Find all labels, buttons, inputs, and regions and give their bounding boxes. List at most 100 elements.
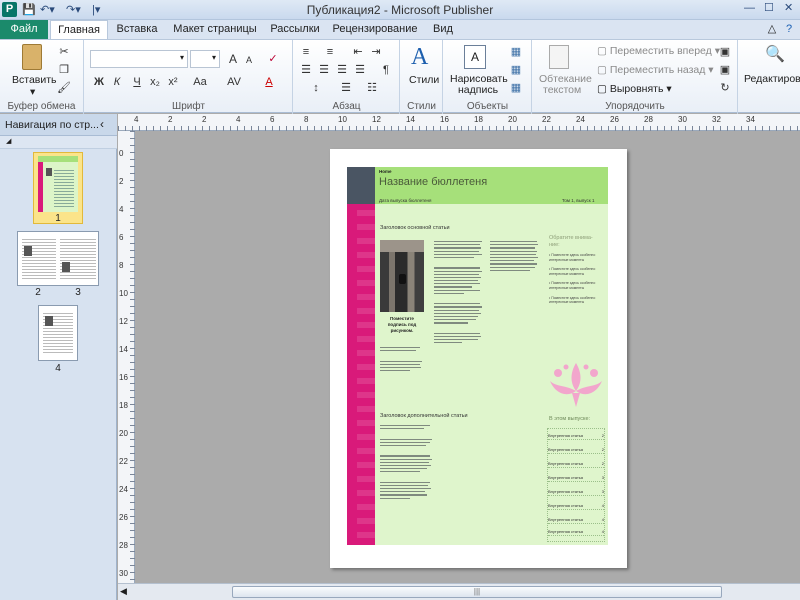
collapse-pane-icon[interactable]: ‹ [100, 117, 104, 131]
decrease-indent-icon[interactable]: ⇤ [350, 44, 366, 60]
group-icon[interactable]: ▣ [717, 44, 733, 60]
help-icon[interactable]: ? [782, 20, 796, 39]
draw-textbox-button-line2[interactable]: надпись [458, 84, 498, 96]
send-backward-button[interactable]: ▢ Переместить назад ▾ [597, 64, 714, 76]
wrap-text-icon[interactable] [549, 45, 569, 69]
toc-row[interactable]: Внутренняя статья 3 [548, 473, 604, 482]
cut-icon[interactable]: ✂ [56, 44, 72, 60]
publication-page[interactable]: Home Название бюллетеня Дата выпуска бюл… [330, 149, 627, 568]
wrap-text-button-line2[interactable]: текстом [543, 84, 581, 96]
scroll-left-icon[interactable]: ◀ [120, 586, 127, 597]
toc-row[interactable]: Внутренняя статья 4 [548, 501, 604, 510]
bring-forward-button[interactable]: ▢ Переместить вперед ▾ [597, 45, 720, 57]
secondary-article-heading[interactable]: Заголовок дополнительной статьи [380, 413, 468, 419]
paste-icon[interactable] [22, 44, 42, 70]
tab-page-design[interactable]: Макет страницы [168, 20, 262, 39]
align-left-icon[interactable]: ☰ [298, 62, 314, 78]
clear-format-icon[interactable]: ✓ [265, 51, 281, 67]
copy-icon[interactable]: ❐ [56, 62, 72, 78]
editing-button[interactable]: Редактирова [744, 73, 800, 85]
newsletter-title[interactable]: Название бюллетеня [379, 176, 487, 188]
columns-icon[interactable]: ☷ [364, 80, 380, 96]
main-article-photo[interactable] [380, 240, 424, 312]
tab-file[interactable]: Файл [0, 20, 48, 39]
table-icon[interactable]: ▦ [508, 62, 524, 78]
ruler-tick-label: 22 [119, 457, 128, 466]
home-label: Home [379, 169, 392, 174]
bullet-item: Поместите здесь особенно интересные моме… [549, 281, 596, 290]
toc-row[interactable]: Внутренняя статья 4 [548, 515, 604, 524]
minimize-button[interactable]: — [744, 1, 755, 15]
tab-view[interactable]: Вид [426, 20, 460, 39]
maximize-button[interactable]: ☐ [764, 1, 774, 15]
main-article-col3-text[interactable] [490, 239, 540, 273]
secondary-article-text[interactable] [380, 423, 434, 501]
toc-row[interactable]: Внутренняя статья 3 [548, 487, 604, 496]
main-article-heading[interactable]: Заголовок основной статьи [380, 225, 450, 231]
main-article-col1-text[interactable] [380, 345, 424, 373]
minimize-ribbon-icon[interactable]: △ [765, 20, 779, 39]
numbering-icon[interactable]: ≡ [322, 44, 338, 60]
paste-button[interactable]: Вставить [12, 74, 57, 86]
tab-home[interactable]: Главная [50, 20, 108, 40]
bold-button[interactable]: Ж [91, 74, 107, 90]
toc-table[interactable]: Внутренняя статья 2 Внутренняя статья 2 Вн… [547, 428, 605, 542]
font-color-icon[interactable]: A [261, 74, 277, 90]
close-button[interactable]: ✕ [784, 1, 793, 15]
show-marks-button[interactable]: ¶ [378, 62, 394, 78]
building-blocks-icon[interactable]: ▦ [508, 80, 524, 96]
page-thumbnail-1[interactable]: 1 [33, 152, 83, 224]
vertical-ruler[interactable]: 0 2 4 6 8 10 12 14 16 18 20 22 24 26 28 30 [118, 131, 135, 583]
main-article-col2-text[interactable] [434, 239, 484, 345]
tab-review[interactable]: Рецензирование [330, 20, 420, 39]
toc-heading[interactable]: В этом выпуске: [549, 416, 590, 422]
horizontal-scrollbar[interactable]: ◀ ||| [118, 583, 800, 600]
align-center-icon[interactable]: ☰ [316, 62, 332, 78]
paragraph-spacing-icon[interactable]: ☰ [338, 80, 354, 96]
volume-label[interactable]: Том 1, выпуск 1 [562, 198, 594, 203]
increase-indent-icon[interactable]: ⇥ [368, 44, 384, 60]
ruler-tick-label: 20 [508, 115, 517, 124]
toc-row[interactable]: Внутренняя статья 4 [548, 527, 604, 536]
line-spacing-icon[interactable]: ↕ [308, 80, 324, 96]
change-case-button[interactable]: Aa [189, 74, 211, 90]
issue-date[interactable]: Дата выпуска бюллетеня [379, 198, 431, 203]
format-painter-icon[interactable]: 🖌 [56, 80, 72, 96]
toc-row[interactable]: Внутренняя статья 2 [548, 445, 604, 454]
scroll-thumb[interactable]: ||| [232, 586, 722, 598]
font-size-combo[interactable]: ▾ [190, 50, 220, 68]
editing-group: 🔍 Редактирова [739, 40, 800, 114]
toc-row[interactable]: Внутренняя статья 2 [548, 431, 604, 440]
binoculars-icon[interactable]: 🔍 [765, 44, 785, 64]
superscript-button[interactable]: x² [165, 74, 181, 90]
tab-mailings[interactable]: Рассылки [266, 20, 324, 39]
styles-icon[interactable]: A [411, 44, 428, 71]
photo-caption[interactable]: Поместите подпись под рисунком. [380, 316, 424, 334]
horizontal-ruler[interactable]: 4 2 2 4 6 8 10 12 14 16 18 20 22 24 26 28 30 32 34 [118, 114, 800, 131]
page-thumbnail-4[interactable] [38, 305, 78, 361]
underline-button[interactable]: Ч [129, 74, 145, 90]
draw-textbox-icon[interactable]: A [464, 45, 486, 69]
grow-font-icon[interactable]: A [225, 51, 241, 67]
subscript-button[interactable]: x₂ [147, 74, 163, 90]
expand-section-icon[interactable]: ◢ [6, 137, 11, 145]
picture-icon[interactable]: ▦ [508, 44, 524, 60]
floral-ornament[interactable] [546, 355, 606, 411]
styles-group: A Стили Стили [401, 40, 443, 114]
italic-button[interactable]: К [109, 74, 125, 90]
align-right-icon[interactable]: ☰ [334, 62, 350, 78]
rotate-icon[interactable]: ↻ [717, 80, 733, 96]
styles-button[interactable]: Стили [409, 74, 439, 86]
page-thumbnail-2-3[interactable] [17, 231, 99, 286]
justify-icon[interactable]: ☰ [352, 62, 368, 78]
bullets-icon[interactable]: ≡ [298, 44, 314, 60]
toc-row[interactable]: Внутренняя статья 2 [548, 459, 604, 468]
tab-insert[interactable]: Вставка [112, 20, 162, 39]
shrink-font-icon[interactable]: A [241, 52, 257, 68]
font-name-combo[interactable]: ▾ [90, 50, 188, 68]
sidebar-bullets[interactable]: • Поместите здесь особенно интересные мо… [549, 253, 603, 310]
character-spacing-icon[interactable]: AV [223, 74, 245, 90]
align-button[interactable]: ▢ Выровнять ▾ [597, 83, 672, 95]
sidebar-heading[interactable]: Обратите внима- ние: [549, 235, 601, 249]
ungroup-icon[interactable]: ▣ [717, 62, 733, 78]
